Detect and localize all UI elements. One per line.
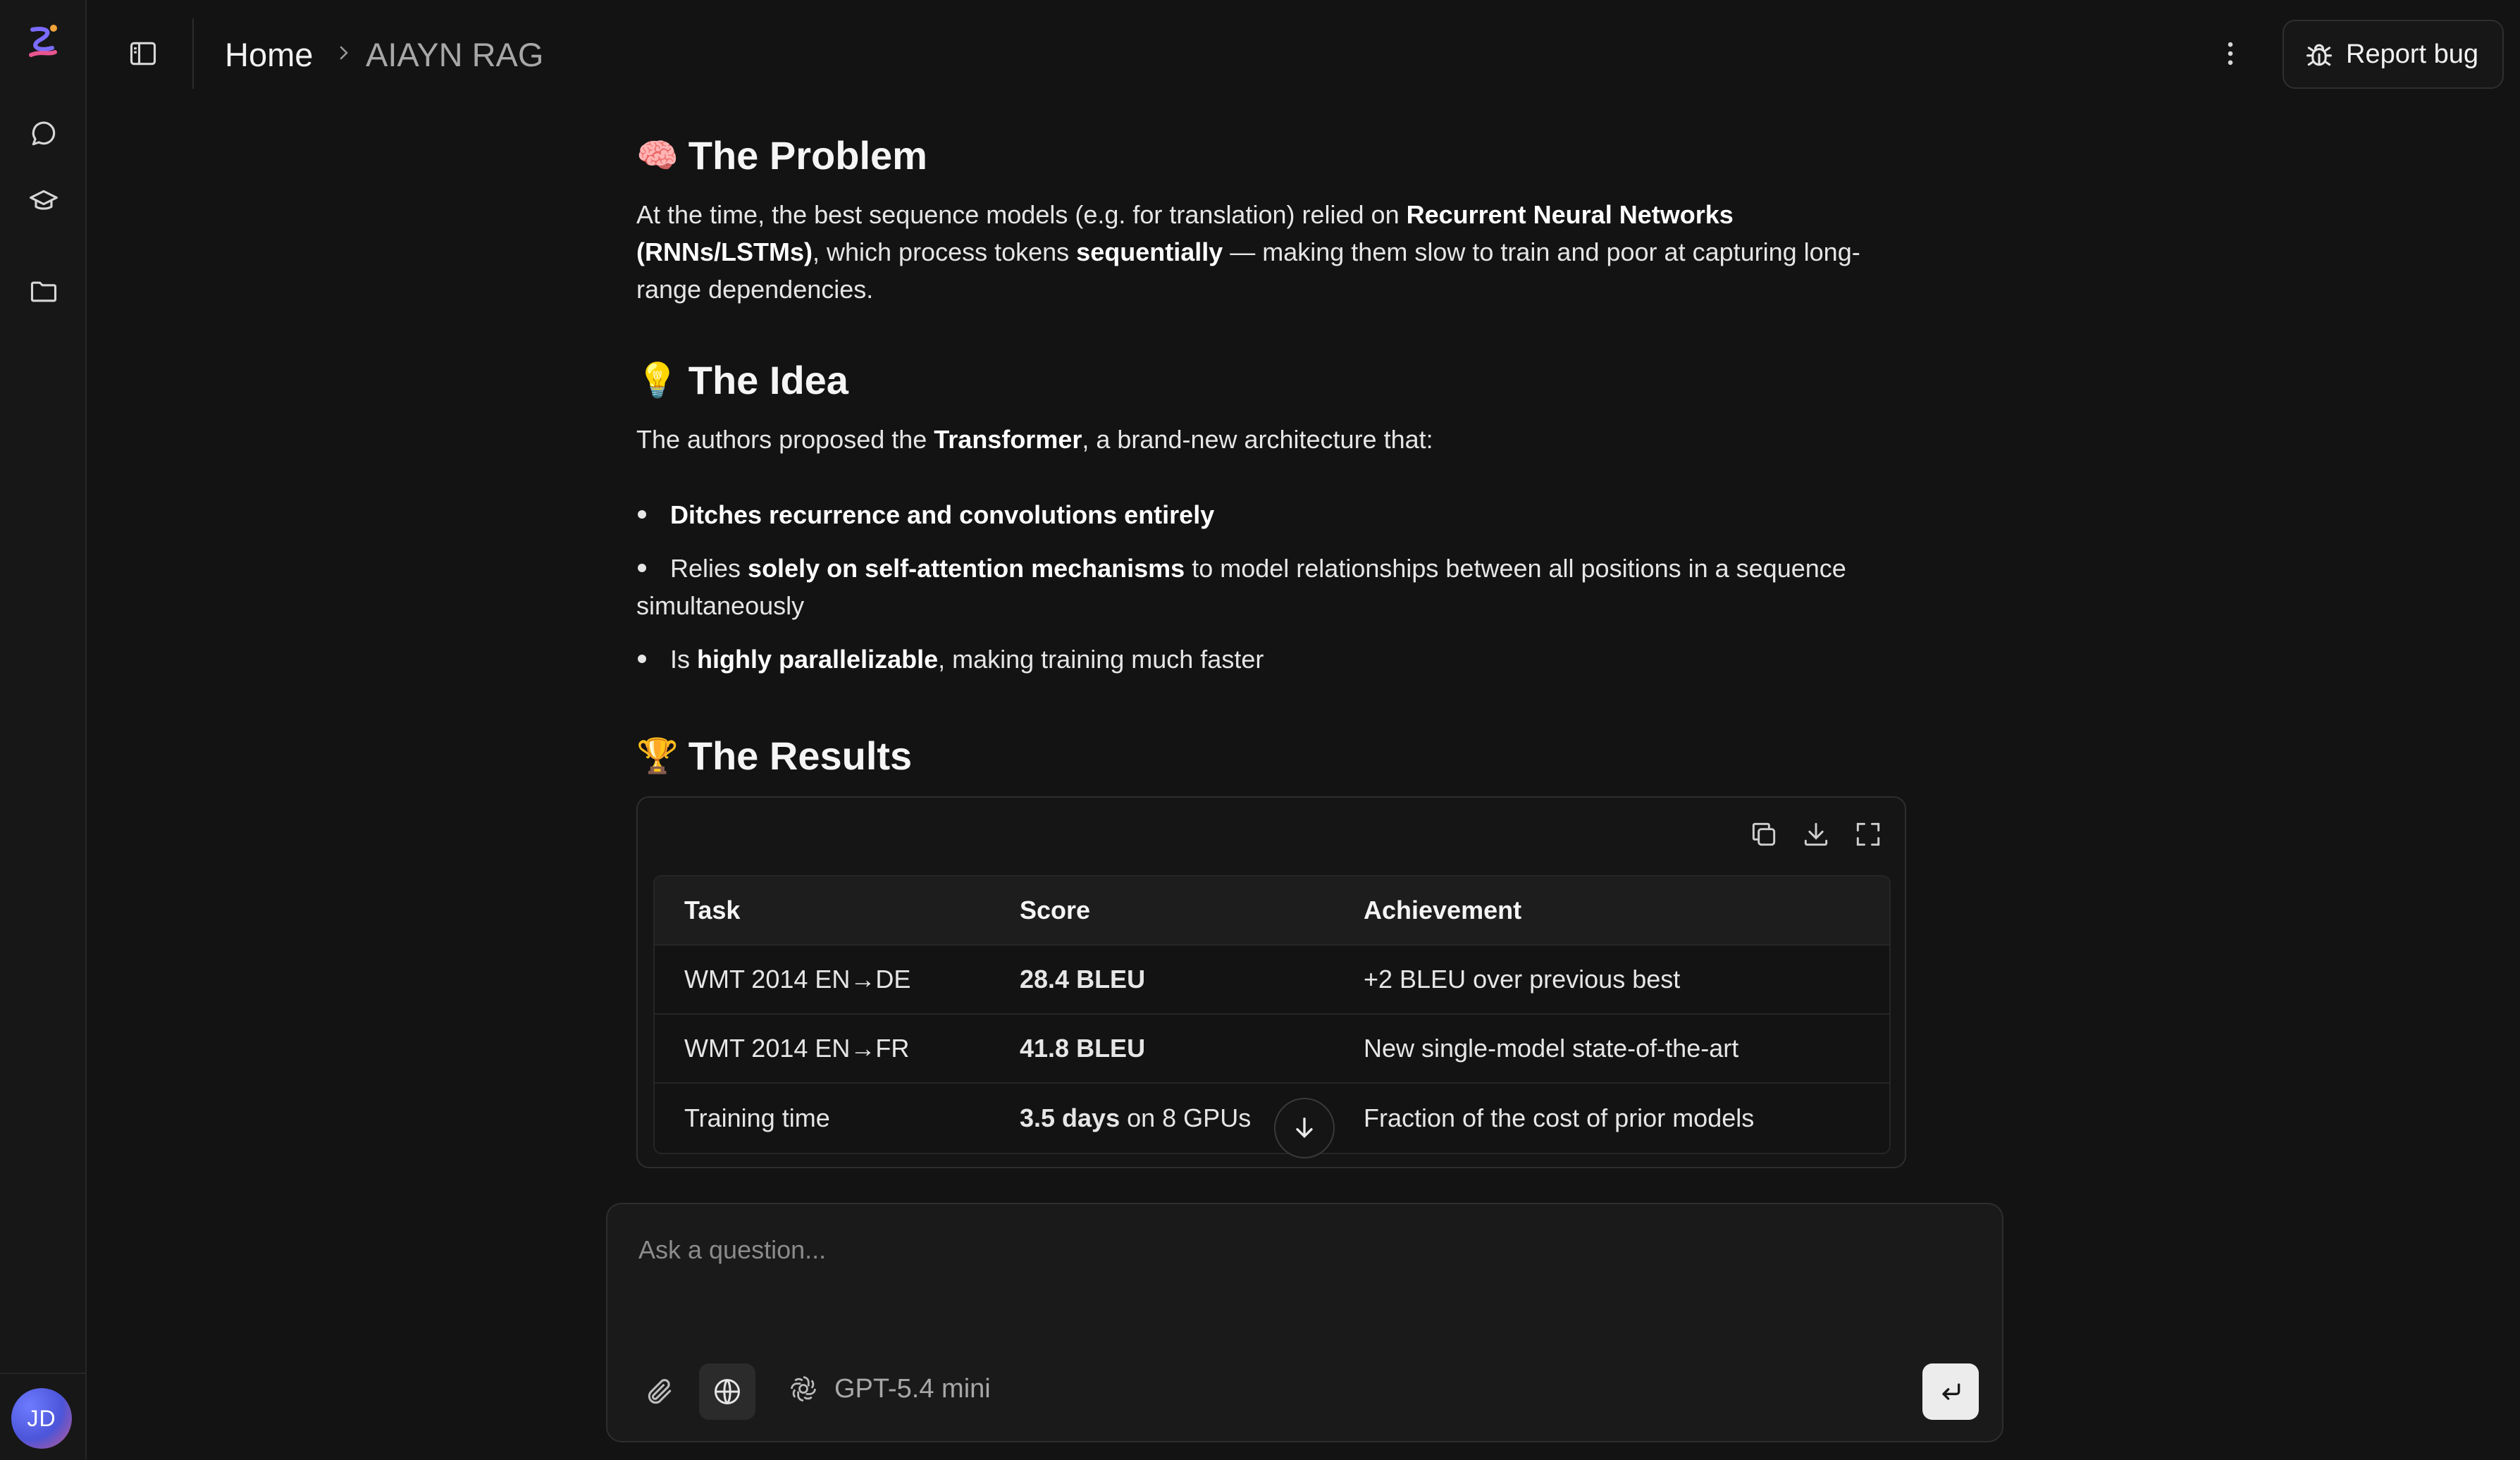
chat-icon[interactable] xyxy=(28,118,59,149)
trophy-icon: 🏆 xyxy=(636,738,679,775)
score-value: 3.5 days xyxy=(1020,1103,1120,1132)
column-header: Achievement xyxy=(1364,896,1522,924)
idea-intro: The authors proposed the Transformer, a … xyxy=(636,421,1905,458)
arrow-down-icon xyxy=(1296,1118,1313,1139)
bullet-icon xyxy=(638,510,646,519)
task-cell: WMT 2014 EN→FR xyxy=(684,1034,910,1063)
list-item: Ditches recurrence and convolutions enti… xyxy=(636,496,1905,533)
achievement-cell: New single-model state-of-the-art xyxy=(1364,1034,1739,1063)
send-button[interactable] xyxy=(1922,1363,1979,1420)
web-search-toggle[interactable] xyxy=(699,1363,755,1420)
bullet-3-post: , making training much faster xyxy=(938,645,1264,674)
app-logo-icon[interactable] xyxy=(25,20,61,65)
chat-composer: Ask a question... GPT-5.4 mini xyxy=(606,1203,2003,1442)
score-cell: 41.8 BLEU xyxy=(990,1034,1334,1063)
score-cell: 28.4 BLEU xyxy=(990,965,1334,994)
enter-icon xyxy=(1942,1383,1960,1400)
bullet-2-pre: Relies xyxy=(670,554,748,583)
top-bar: Home AIAYN RAG Report bug xyxy=(87,0,2520,106)
achievement-cell: Fraction of the cost of prior models xyxy=(1364,1103,1755,1132)
score-suffix: on 8 GPUs xyxy=(1120,1103,1252,1132)
left-rail: JD xyxy=(0,0,87,1460)
avatar[interactable]: JD xyxy=(11,1388,72,1449)
copy-icon[interactable] xyxy=(1748,819,1779,850)
problem-text-1: At the time, the best sequence models (e… xyxy=(636,200,1407,229)
bullet-2-bold: solely on self-attention mechanisms xyxy=(748,554,1185,583)
folder-icon[interactable] xyxy=(28,276,59,307)
paperclip-icon[interactable] xyxy=(644,1376,675,1407)
sidebar-toggle-icon[interactable] xyxy=(128,38,159,69)
bullet-icon xyxy=(638,655,646,664)
score-value: 41.8 BLEU xyxy=(1020,1034,1146,1063)
column-header: Task xyxy=(684,896,741,924)
table-row: Training time 3.5 days on 8 GPUs Fractio… xyxy=(655,1084,1889,1153)
breadcrumb-home[interactable]: Home xyxy=(225,35,313,74)
rail-divider xyxy=(0,1373,85,1374)
table-row: WMT 2014 EN→FR 41.8 BLEU New single-mode… xyxy=(655,1015,1889,1084)
list-item: Relies solely on self-attention mechanis… xyxy=(636,550,1905,624)
scroll-to-bottom-button[interactable] xyxy=(1274,1098,1335,1158)
heading-results-text: The Results xyxy=(688,734,913,778)
bullet-3-pre: Is xyxy=(670,645,698,674)
avatar-initials: JD xyxy=(27,1405,56,1431)
score-value: 28.4 BLEU xyxy=(1020,965,1146,994)
heading-idea: 💡 The Idea xyxy=(636,357,848,403)
bullet-icon xyxy=(638,564,646,573)
heading-idea-text: The Idea xyxy=(688,358,848,402)
column-header: Score xyxy=(1020,896,1091,924)
heading-problem-text: The Problem xyxy=(688,133,927,178)
chevron-right-icon xyxy=(340,46,348,60)
header-divider xyxy=(192,18,194,89)
more-options-icon[interactable] xyxy=(2215,38,2246,69)
results-table: Task Score Achievement WMT 2014 EN→DE 28… xyxy=(653,875,1891,1154)
brain-icon: 🧠 xyxy=(636,137,679,175)
bullet-1-bold: Ditches recurrence and convolutions enti… xyxy=(670,500,1215,529)
report-bug-label: Report bug xyxy=(2346,39,2479,69)
table-header-row: Task Score Achievement xyxy=(655,877,1889,946)
idea-intro-2: , a brand-new architecture that: xyxy=(1082,425,1433,454)
list-item: Is highly parallelizable, making trainin… xyxy=(636,641,1905,678)
breadcrumb-current: AIAYN RAG xyxy=(366,36,544,73)
download-icon[interactable] xyxy=(1801,819,1832,850)
results-table-card: Task Score Achievement WMT 2014 EN→DE 28… xyxy=(636,796,1906,1168)
heading-results: 🏆 The Results xyxy=(636,733,912,779)
idea-intro-bold: Transformer xyxy=(934,425,1082,454)
model-selector[interactable]: GPT-5.4 mini xyxy=(788,1373,991,1404)
question-input[interactable]: Ask a question... xyxy=(638,1235,826,1265)
table-row: WMT 2014 EN→DE 28.4 BLEU +2 BLEU over pr… xyxy=(655,946,1889,1015)
openai-icon xyxy=(791,1376,816,1402)
problem-paragraph: At the time, the best sequence models (e… xyxy=(636,196,1905,308)
achievement-cell: +2 BLEU over previous best xyxy=(1364,965,1681,994)
table-toolbar xyxy=(1748,819,1884,850)
problem-text-2: , which process tokens xyxy=(813,237,1077,266)
task-cell: WMT 2014 EN→DE xyxy=(684,965,911,994)
globe-icon xyxy=(715,1379,740,1404)
report-bug-button[interactable]: Report bug xyxy=(2283,20,2504,89)
model-name: GPT-5.4 mini xyxy=(834,1373,991,1404)
idea-intro-1: The authors proposed the xyxy=(636,425,934,454)
graduation-cap-icon[interactable] xyxy=(28,186,59,217)
bullet-3-bold: highly parallelizable xyxy=(697,645,939,674)
fullscreen-icon[interactable] xyxy=(1853,819,1884,850)
lightbulb-icon: 💡 xyxy=(636,362,679,400)
task-cell: Training time xyxy=(684,1103,830,1132)
problem-bold-2: sequentially xyxy=(1076,237,1223,266)
heading-problem: 🧠 The Problem xyxy=(636,132,927,178)
bug-icon xyxy=(2306,44,2333,66)
